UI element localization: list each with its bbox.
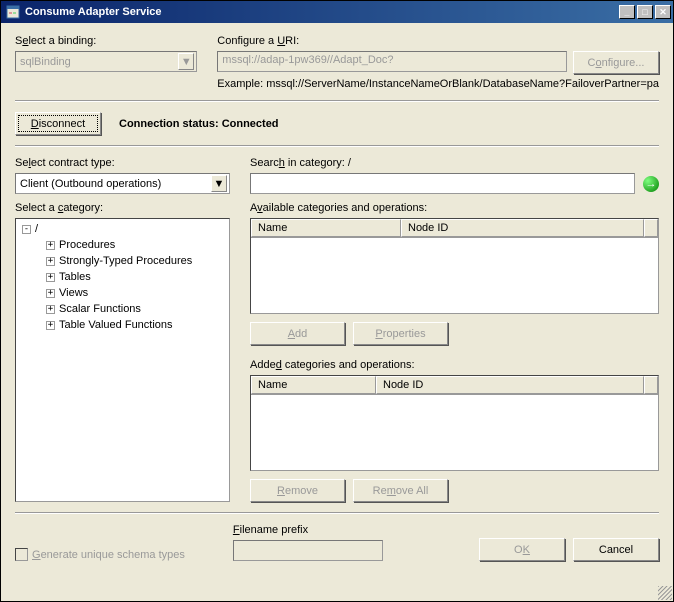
binding-combo[interactable]: sqlBinding ▼	[15, 51, 197, 72]
added-label: Added categories and operations:	[250, 359, 659, 371]
expand-icon[interactable]: +	[46, 321, 55, 330]
connection-status-label: Connection status: Connected	[119, 118, 279, 130]
expand-icon[interactable]: +	[46, 257, 55, 266]
uri-textbox: mssql://adap-1pw369//Adapt_Doc?	[217, 51, 567, 72]
separator	[15, 145, 659, 147]
filename-prefix-input[interactable]	[233, 540, 383, 561]
search-go-icon[interactable]: →	[643, 176, 659, 192]
search-label: Search in category: /	[250, 157, 659, 169]
search-input[interactable]	[250, 173, 635, 194]
remove-all-button[interactable]: Remove All	[353, 479, 448, 502]
tree-item[interactable]: +Procedures	[18, 237, 227, 253]
expand-icon[interactable]: +	[46, 273, 55, 282]
titlebar: Consume Adapter Service _ □ ✕	[1, 1, 673, 23]
available-col-blank	[644, 219, 658, 237]
tree-item[interactable]: +Strongly-Typed Procedures	[18, 253, 227, 269]
resize-grip[interactable]	[658, 586, 672, 600]
available-col-name[interactable]: Name	[251, 219, 401, 237]
close-button[interactable]: ✕	[655, 5, 671, 19]
binding-value: sqlBinding	[20, 56, 71, 68]
uri-label: Configure a URI:	[217, 35, 659, 47]
chevron-down-icon: ▼	[211, 175, 227, 192]
contract-label: Select contract type:	[15, 157, 230, 169]
tree-root[interactable]: -/	[18, 221, 227, 237]
category-tree[interactable]: -/ +Procedures+Strongly-Typed Procedures…	[15, 218, 230, 502]
added-col-name[interactable]: Name	[251, 376, 376, 394]
app-icon	[5, 4, 21, 20]
maximize-button[interactable]: □	[637, 5, 653, 19]
available-col-nodeid[interactable]: Node ID	[401, 219, 644, 237]
tree-item[interactable]: +Tables	[18, 269, 227, 285]
generate-schema-label: Generate unique schema types	[32, 549, 185, 561]
chevron-down-icon: ▼	[178, 53, 194, 70]
configure-button[interactable]: Configure...	[573, 51, 659, 74]
ok-button[interactable]: OK	[479, 538, 565, 561]
window-title: Consume Adapter Service	[25, 6, 619, 18]
available-label: Available categories and operations:	[250, 202, 659, 214]
separator	[15, 512, 659, 514]
added-table[interactable]: Name Node ID	[250, 375, 659, 471]
tree-item[interactable]: +Views	[18, 285, 227, 301]
contract-value: Client (Outbound operations)	[20, 178, 161, 190]
minimize-button[interactable]: _	[619, 5, 635, 19]
expand-icon[interactable]: +	[46, 241, 55, 250]
expand-icon[interactable]: +	[46, 289, 55, 298]
contract-combo[interactable]: Client (Outbound operations) ▼	[15, 173, 230, 194]
separator	[15, 100, 659, 102]
add-button[interactable]: Add	[250, 322, 345, 345]
category-label: Select a category:	[15, 202, 230, 214]
collapse-icon[interactable]: -	[22, 225, 31, 234]
tree-item[interactable]: +Table Valued Functions	[18, 317, 227, 333]
filename-prefix-label: Filename prefix	[233, 524, 383, 536]
generate-schema-checkbox[interactable]	[15, 548, 28, 561]
remove-button[interactable]: Remove	[250, 479, 345, 502]
expand-icon[interactable]: +	[46, 305, 55, 314]
uri-example: Example: mssql://ServerName/InstanceName…	[217, 78, 659, 90]
cancel-button[interactable]: Cancel	[573, 538, 659, 561]
binding-label: Select a binding:	[15, 35, 197, 47]
added-col-nodeid[interactable]: Node ID	[376, 376, 644, 394]
properties-button[interactable]: Properties	[353, 322, 448, 345]
tree-item[interactable]: +Scalar Functions	[18, 301, 227, 317]
disconnect-button[interactable]: Disconnect	[15, 112, 101, 135]
added-col-blank	[644, 376, 658, 394]
available-table[interactable]: Name Node ID	[250, 218, 659, 314]
